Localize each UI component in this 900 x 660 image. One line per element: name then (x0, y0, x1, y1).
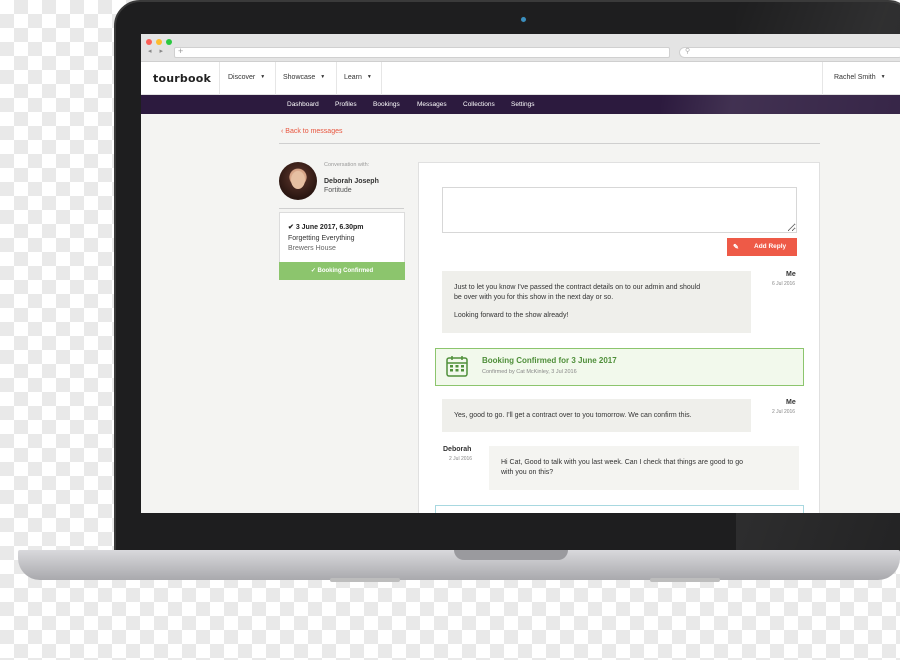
subnav-profiles[interactable]: Profiles (335, 101, 357, 108)
message-bubble: Yes, good to go. I'll get a contract ove… (442, 399, 751, 432)
check-icon: ✓ (310, 268, 318, 274)
contact-name: Deborah Joseph (324, 178, 379, 185)
edit-icon: ✎ (733, 244, 739, 251)
calendar-icon (446, 356, 468, 377)
booking-date: ✔ 3 June 2017, 6.30pm (288, 223, 364, 231)
screen: ◂ ▸ + ⚲ tourbook Discover ▼ Showcase ▼ Lea… (141, 34, 900, 513)
message-time: 2 Jul 2016 (449, 456, 473, 462)
chevron-down-icon: ▼ (320, 74, 326, 80)
message-bubble: Hi Cat, Good to talk with you last week.… (489, 446, 799, 490)
nav-divider (381, 62, 382, 95)
chevron-down-icon: ▼ (880, 74, 886, 80)
nav-showcase[interactable]: Showcase ▼ (283, 74, 325, 81)
message-line: Just to let you know I've passed the con… (454, 284, 701, 291)
webcam-icon (520, 16, 527, 23)
search-icon: ⚲ (685, 48, 691, 55)
user-menu[interactable]: Rachel Smith ▼ (834, 74, 886, 81)
chevron-down-icon: ▼ (260, 74, 266, 80)
nav-learn[interactable]: Learn ▼ (344, 74, 372, 81)
message-line: Hi Cat, Good to talk with you last week.… (501, 459, 744, 466)
booking-title: Forgetting Everything (288, 235, 355, 242)
laptop-foot (330, 578, 400, 582)
laptop-notch (454, 550, 568, 560)
avatar-face (291, 171, 305, 189)
nav-discover-label: Discover (228, 74, 256, 81)
nav-divider (336, 62, 337, 95)
message-panel: ✎ Add Reply Just to let you know I've pa… (418, 162, 820, 513)
close-window-button[interactable] (146, 39, 152, 45)
booking-venue: Brewers House (288, 245, 336, 252)
nav-divider (275, 62, 276, 95)
new-tab-icon[interactable]: + (178, 46, 183, 56)
tourbook-logo[interactable]: tourbook (153, 72, 211, 85)
message-sender: Me (786, 399, 796, 406)
reply-textarea[interactable] (442, 187, 797, 233)
check-icon: ✔ (288, 224, 296, 231)
nav-learn-label: Learn (344, 74, 362, 81)
chevron-down-icon: ▼ (366, 74, 372, 80)
browser-search-field[interactable]: ⚲ (679, 47, 900, 58)
message-time: 6 Jul 2016 (772, 281, 796, 287)
subnav-reflection (661, 95, 900, 114)
nav-showcase-label: Showcase (283, 74, 316, 81)
nav-discover[interactable]: Discover ▼ (228, 74, 265, 81)
message-line: Yes, good to go. I'll get a contract ove… (454, 412, 692, 419)
back-to-messages-link[interactable]: ‹ Back to messages (281, 128, 342, 135)
browser-back-forward[interactable]: ◂ ▸ (148, 47, 166, 55)
address-bar[interactable]: + (174, 46, 670, 58)
booking-confirmed-notice: Booking Confirmed for 3 June 2017 Confir… (435, 348, 804, 386)
divider (279, 143, 820, 144)
back-link-label: Back to messages (285, 128, 343, 135)
message-line: with you on this? (501, 469, 554, 476)
booking-date-label: 3 June 2017, 6.30pm (295, 224, 364, 231)
message-time: 2 Jul 2016 (772, 409, 796, 415)
message-bubble: Just to let you know I've passed the con… (442, 271, 751, 333)
subnav-bookings[interactable]: Bookings (373, 101, 400, 108)
avatar (279, 162, 317, 200)
message-sender: Deborah (443, 446, 472, 453)
status-badge: ✓ Booking Confirmed (279, 262, 405, 280)
user-name: Rachel Smith (834, 74, 876, 81)
nav-divider (219, 62, 220, 95)
browser-chrome: ◂ ▸ + ⚲ (141, 34, 900, 62)
conversation-label: Conversation with: (324, 162, 370, 168)
message-line: be over with you for this show in the ne… (454, 294, 614, 301)
subnav-settings[interactable]: Settings (511, 101, 535, 108)
confirmation-subtitle: Confirmed by Cat McKinley, 3 Jul 2016 (482, 369, 577, 375)
confirmation-title: Booking Confirmed for 3 June 2017 (482, 356, 617, 365)
subnav-messages[interactable]: Messages (417, 101, 447, 108)
subnav-collections[interactable]: Collections (463, 101, 495, 108)
next-item-preview (435, 505, 804, 513)
maximize-window-button[interactable] (166, 39, 172, 45)
nav-divider (822, 62, 823, 95)
subnav-dashboard[interactable]: Dashboard (287, 101, 319, 108)
laptop-foot (650, 578, 720, 582)
contact-act: Fortitude (324, 187, 352, 194)
add-reply-button[interactable]: ✎ Add Reply (727, 238, 797, 256)
add-reply-label: Add Reply (754, 243, 787, 250)
status-badge-label: Booking Confirmed (317, 268, 374, 274)
divider (279, 208, 404, 209)
message-line: Looking forward to the show already! (454, 312, 569, 319)
message-sender: Me (786, 271, 796, 278)
top-navigation: tourbook Discover ▼ Showcase ▼ Learn ▼ Rach… (141, 62, 900, 95)
minimize-window-button[interactable] (156, 39, 162, 45)
